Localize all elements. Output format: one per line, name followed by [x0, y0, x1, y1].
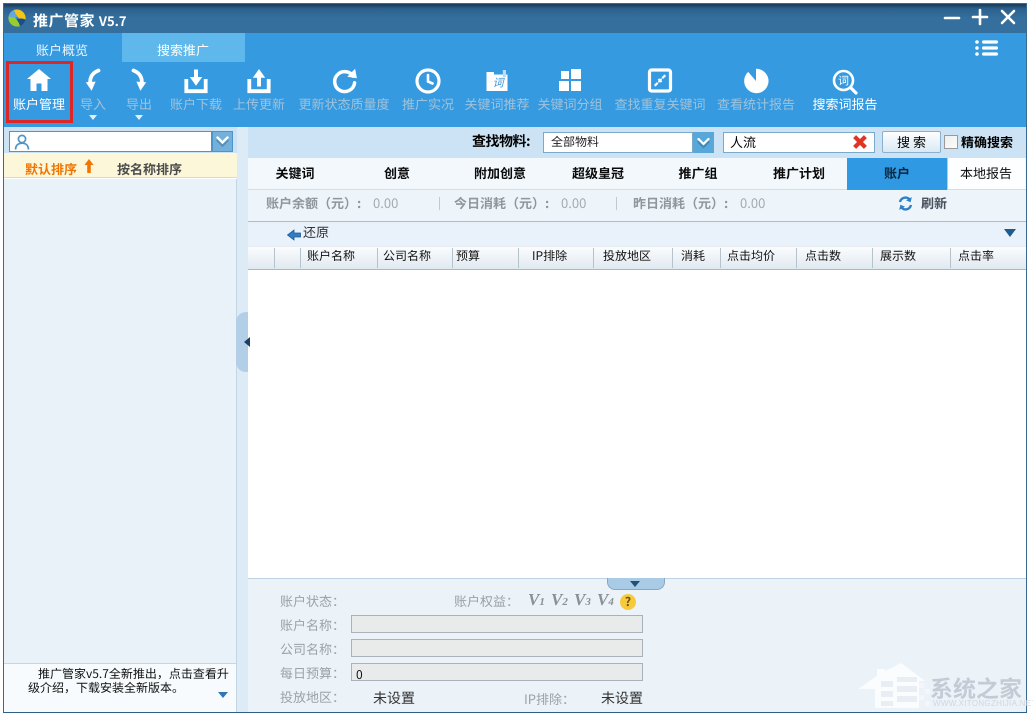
- svg-text:词: 词: [838, 72, 849, 88]
